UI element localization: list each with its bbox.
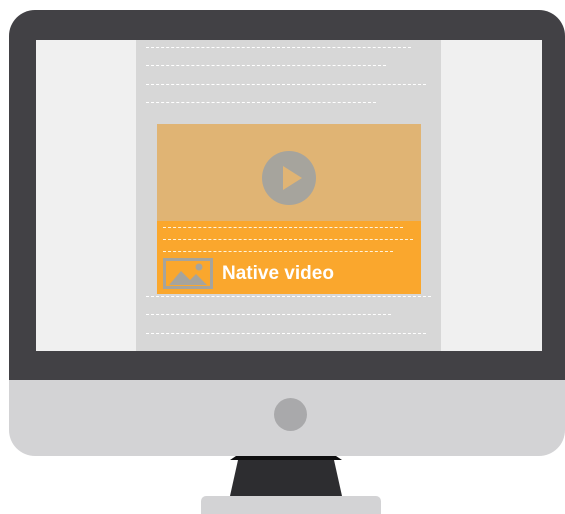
ad-text-line bbox=[163, 251, 393, 252]
monitor-stand-base bbox=[201, 496, 381, 514]
placeholder-text-line bbox=[146, 102, 376, 103]
image-icon bbox=[163, 258, 213, 289]
placeholder-text-line bbox=[146, 333, 426, 334]
placeholder-text-line bbox=[146, 47, 411, 48]
placeholder-text-line bbox=[146, 314, 391, 315]
ad-caption-area: Native video bbox=[157, 221, 421, 294]
placeholder-text-line bbox=[146, 84, 426, 85]
video-thumbnail[interactable] bbox=[157, 124, 421, 221]
placeholder-text-line bbox=[146, 296, 431, 297]
monitor-screen: Native video bbox=[36, 40, 542, 351]
ad-text-line bbox=[163, 239, 413, 240]
monitor-stand bbox=[230, 456, 342, 496]
native-video-ad[interactable]: Native video bbox=[157, 124, 421, 294]
placeholder-text-line bbox=[146, 65, 386, 66]
ad-text-line bbox=[163, 227, 403, 228]
ad-label: Native video bbox=[222, 263, 334, 284]
power-button[interactable] bbox=[274, 398, 307, 431]
play-icon[interactable] bbox=[262, 151, 316, 205]
